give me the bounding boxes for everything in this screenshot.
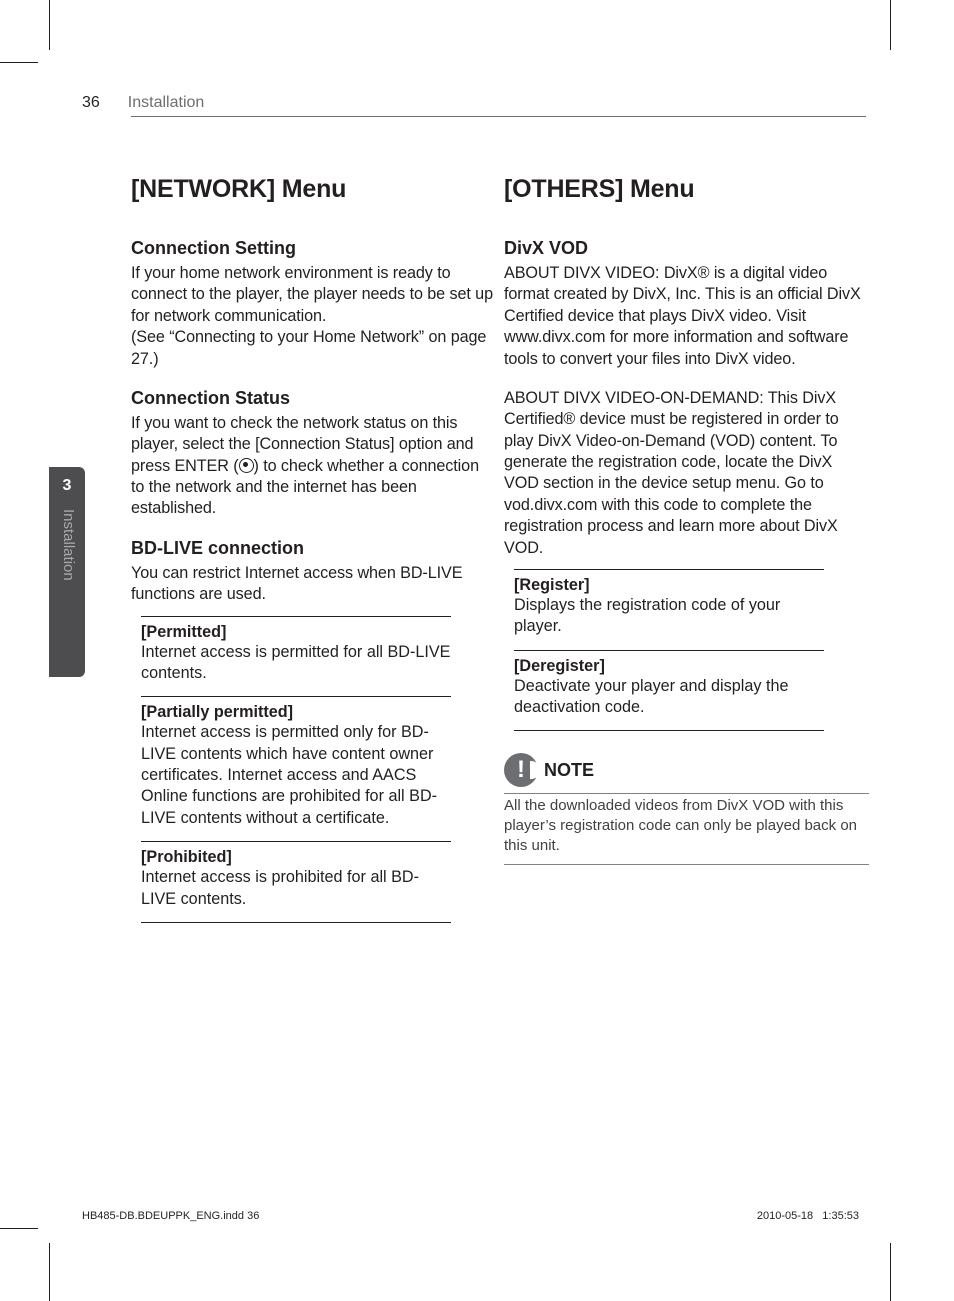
note-header: ! NOTE: [504, 753, 869, 787]
chapter-label: Installation: [57, 509, 77, 669]
page: 36 Installation 3 Installation [NETWORK]…: [49, 62, 892, 1230]
crop-mark: [890, 1243, 891, 1301]
rule: [141, 922, 451, 923]
option-title: [Partially permitted]: [141, 703, 451, 722]
footer-time: 1:35:53: [822, 1210, 859, 1222]
footer: HB485-DB.BDEUPPK_ENG.indd 36 2010-05-18 …: [82, 1210, 859, 1222]
option-title: [Register]: [514, 576, 824, 595]
crop-mark: [0, 62, 38, 63]
body-text: ABOUT DIVX VIDEO-ON-DEMAND: This DivX Ce…: [504, 388, 869, 559]
rule: [141, 841, 451, 842]
option-body: Displays the registration code of your p…: [514, 595, 824, 642]
note-block: ! NOTE All the downloaded videos from Di…: [504, 753, 869, 864]
note-label: NOTE: [544, 760, 594, 781]
rule: [514, 569, 824, 570]
left-column: [NETWORK] Menu Connection Setting If you…: [131, 175, 496, 929]
section-name: Installation: [128, 94, 205, 112]
heading-connection-setting: Connection Setting: [131, 238, 496, 259]
chapter-tab: 3 Installation: [49, 467, 85, 677]
footer-datetime: 2010-05-18 1:35:53: [757, 1210, 859, 1222]
rule: [141, 696, 451, 697]
body-text: If your home network environment is read…: [131, 263, 496, 370]
option-body: Internet access is permitted only for BD…: [141, 722, 451, 833]
right-column: [OTHERS] Menu DivX VOD ABOUT DIVX VIDEO:…: [504, 175, 869, 865]
rule: [514, 650, 824, 651]
enter-button-icon: [239, 458, 254, 473]
body-text: You can restrict Internet access when BD…: [131, 563, 496, 606]
heading-connection-status: Connection Status: [131, 388, 496, 409]
note-body: All the downloaded videos from DivX VOD …: [504, 793, 869, 864]
body-text: ABOUT DIVX VIDEO: DivX® is a digital vid…: [504, 263, 869, 370]
rule: [141, 616, 451, 617]
option-list: [Register] Displays the registration cod…: [514, 569, 824, 732]
option-body: Internet access is prohibited for all BD…: [141, 867, 451, 914]
chapter-number: 3: [49, 477, 85, 495]
heading-divx-vod: DivX VOD: [504, 238, 869, 259]
running-head: 36 Installation: [82, 94, 204, 112]
footer-date: 2010-05-18: [757, 1210, 813, 1222]
crop-mark: [890, 0, 891, 50]
option-title: [Deregister]: [514, 657, 824, 676]
heading-bd-live: BD-LIVE connection: [131, 538, 496, 559]
option-list: [Permitted] Internet access is permitted…: [141, 616, 451, 923]
heading-network-menu: [NETWORK] Menu: [131, 175, 496, 204]
footer-file: HB485-DB.BDEUPPK_ENG.indd 36: [82, 1210, 259, 1222]
crop-mark: [0, 1228, 38, 1229]
heading-others-menu: [OTHERS] Menu: [504, 175, 869, 204]
crop-mark: [49, 1243, 50, 1301]
option-title: [Prohibited]: [141, 848, 451, 867]
crop-mark: [49, 0, 50, 50]
option-body: Internet access is permitted for all BD-…: [141, 642, 451, 689]
header-rule: [131, 116, 866, 117]
option-title: [Permitted]: [141, 623, 451, 642]
page-number: 36: [82, 94, 100, 112]
option-body: Deactivate your player and display the d…: [514, 676, 824, 723]
body-text: If you want to check the network status …: [131, 413, 496, 520]
rule: [514, 730, 824, 731]
attention-icon: !: [504, 753, 538, 787]
